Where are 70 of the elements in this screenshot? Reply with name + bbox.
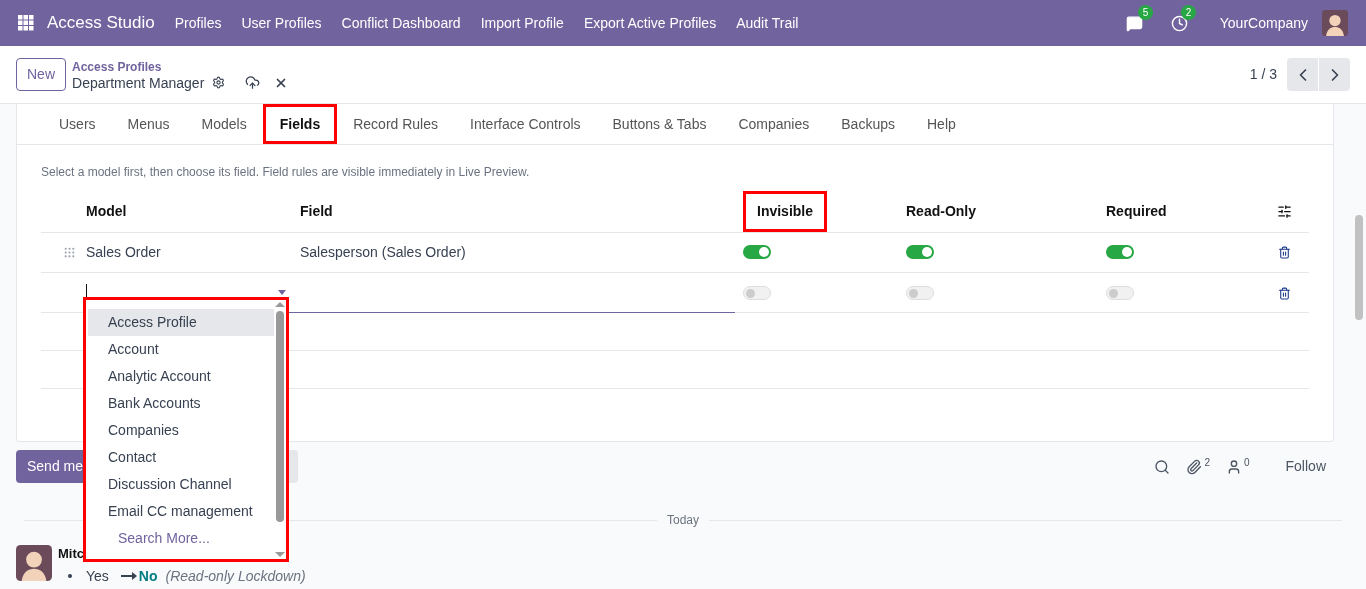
- avatar: [16, 545, 52, 581]
- dropdown-option[interactable]: Email CC management: [88, 498, 274, 525]
- delete-icon[interactable]: [1277, 286, 1291, 300]
- breadcrumb-link[interactable]: Access Profiles: [72, 58, 289, 75]
- settings-icon[interactable]: [212, 76, 226, 89]
- tab[interactable]: Fields: [262, 104, 338, 144]
- toggle-switch[interactable]: [743, 245, 771, 259]
- table-cell-text: Sales Order: [86, 243, 162, 262]
- tab[interactable]: Users: [43, 104, 112, 144]
- toggle-switch[interactable]: [743, 286, 771, 300]
- clock-icon[interactable]: [1170, 14, 1188, 32]
- field-name: (Read-only Lockdown): [165, 567, 306, 585]
- apps-grid-icon[interactable]: [18, 15, 34, 31]
- dropdown-scrollbar[interactable]: [274, 300, 286, 559]
- menu-item[interactable]: Export Active Profiles: [573, 12, 727, 34]
- message-author: Mitc: [58, 545, 84, 563]
- table-cell-text: Salesperson (Sales Order): [300, 243, 467, 262]
- dropdown-option[interactable]: Account: [88, 336, 274, 363]
- tab[interactable]: Buttons & Tabs: [596, 104, 723, 144]
- cloud-upload-icon[interactable]: [245, 75, 261, 90]
- dropdown-option[interactable]: Analytic Account: [88, 363, 274, 390]
- menu-item[interactable]: Audit Trail: [726, 12, 809, 34]
- next-button[interactable]: [1319, 58, 1350, 91]
- new-value: No: [138, 567, 158, 585]
- menu-item[interactable]: Import Profile: [470, 12, 574, 34]
- toggle-switch[interactable]: [1106, 245, 1134, 259]
- page-scrollbar[interactable]: [1355, 215, 1363, 320]
- record-name: Department Manager: [72, 74, 205, 91]
- pager: 1 / 3: [1249, 65, 1277, 84]
- tab[interactable]: Menus: [111, 104, 186, 144]
- previous-button[interactable]: [1287, 58, 1318, 91]
- toggle-switch[interactable]: [906, 245, 934, 259]
- drag-handle-icon[interactable]: [63, 246, 76, 259]
- hint-text: Select a model first, then choose its field. Field rules are visible immediately in Live Preview.: [41, 164, 531, 181]
- chat-icon[interactable]: [1125, 14, 1143, 32]
- tab[interactable]: Record Rules: [337, 104, 455, 144]
- search-more-link[interactable]: Search More...: [88, 525, 274, 552]
- avatar: [1322, 10, 1348, 36]
- dropdown-option[interactable]: Companies: [88, 417, 274, 444]
- dropdown-option[interactable]: Access Profile: [88, 309, 274, 336]
- count-badge: 2: [1180, 4, 1197, 20]
- attachments-count: 2: [1204, 455, 1210, 470]
- column-header[interactable]: Required: [1106, 201, 1167, 222]
- toggle-switch[interactable]: [1106, 286, 1134, 300]
- tab[interactable]: Interface Controls: [454, 104, 597, 144]
- date-divider: Today: [667, 512, 699, 529]
- tab[interactable]: Help: [911, 104, 972, 144]
- tab[interactable]: Models: [185, 104, 263, 144]
- delete-icon[interactable]: [1277, 246, 1291, 259]
- toggle-switch[interactable]: [906, 286, 934, 300]
- company-name[interactable]: YourCompany: [1219, 12, 1308, 34]
- paperclip-icon[interactable]: [1186, 458, 1203, 475]
- search-icon[interactable]: [1154, 458, 1171, 475]
- column-header[interactable]: Model: [86, 201, 127, 222]
- dropdown-option[interactable]: Bank Accounts: [88, 390, 274, 417]
- followers-count: 0: [1243, 455, 1250, 470]
- menu-item[interactable]: Conflict Dashboard: [331, 12, 471, 34]
- count-badge: 5: [1137, 4, 1154, 20]
- column-settings-icon[interactable]: [1276, 204, 1292, 219]
- old-value: Yes: [86, 567, 109, 585]
- column-header[interactable]: Field: [300, 201, 333, 222]
- follow-button[interactable]: Follow: [1285, 456, 1326, 477]
- menu-item[interactable]: Profiles: [164, 12, 232, 34]
- tab[interactable]: Backups: [825, 104, 911, 144]
- tab[interactable]: Companies: [722, 104, 826, 144]
- menu-item[interactable]: User Profiles: [231, 12, 332, 34]
- column-header[interactable]: Invisible: [743, 191, 828, 232]
- column-header[interactable]: Read-Only: [906, 201, 976, 222]
- new-button[interactable]: New: [16, 58, 66, 91]
- app-name[interactable]: Access Studio: [47, 10, 155, 36]
